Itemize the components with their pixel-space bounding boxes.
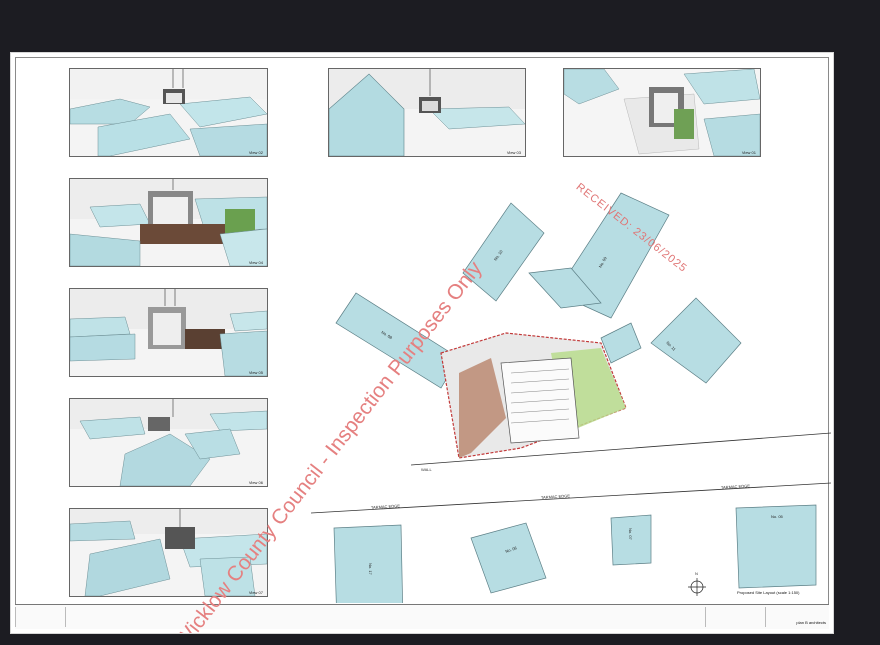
view-label: View 03 (506, 150, 521, 155)
view-04-render: View 04 (69, 178, 268, 267)
wall-label: WALL (421, 467, 433, 472)
view-label: View 07 (248, 590, 263, 595)
view-03-render: View 03 (328, 68, 526, 157)
plot-no06 (470, 522, 547, 594)
plan-title: Proposed Site Layout (scale 1:150) (737, 590, 800, 595)
proposed-house (500, 357, 580, 444)
brand-text: plan B architects (796, 620, 826, 625)
plot-label-no17: No. 17 (368, 563, 373, 576)
plot-label-no05: No. 05 (771, 514, 784, 519)
view-label: View 01 (741, 150, 756, 155)
tb-brand-cell: plan B architects (765, 607, 830, 627)
view-01-render: View 01 (563, 68, 761, 157)
view-02-render: View 02 (69, 68, 268, 157)
view-05-render: View 05 (69, 288, 268, 377)
plot-no07 (610, 514, 652, 566)
road-label-right: TARMAC EDGE (721, 483, 751, 490)
north-label: N (695, 571, 698, 576)
tb-cell (15, 607, 66, 627)
plot-no11 (650, 297, 742, 384)
plot-label-no07: No. 07 (628, 528, 633, 541)
tb-cell (705, 607, 766, 627)
title-block: plan B architects (15, 604, 829, 629)
tb-cell (65, 607, 186, 627)
view-label: View 04 (248, 260, 263, 265)
view-label: View 02 (248, 150, 263, 155)
view-label: View 06 (248, 480, 263, 485)
road-label-mid: TARMAC EDGE (541, 493, 571, 500)
view-label: View 05 (248, 370, 263, 375)
drawing-sheet: View 02 View 03 View 01 View 04 View 05 … (10, 52, 834, 634)
view-06-render: View 06 (69, 398, 268, 487)
road-label-left: TARMAC EDGE (371, 503, 401, 510)
